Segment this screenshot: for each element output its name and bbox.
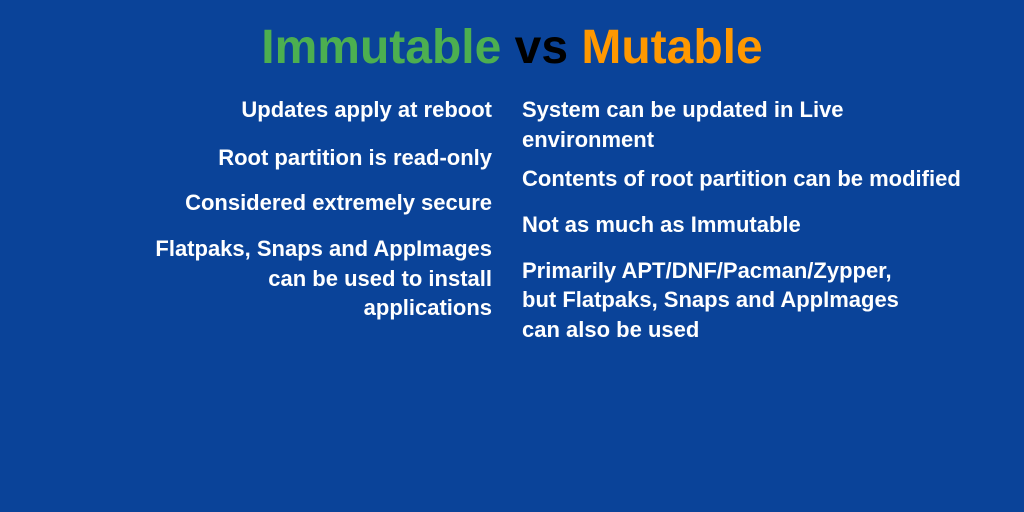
immutable-column: Updates apply at reboot Root partition i… [60,95,512,345]
title-vs: vs [501,21,581,74]
immutable-root: Root partition is read-only [60,143,492,173]
mutable-root: Contents of root partition can be modifi… [522,164,964,194]
title-immutable: Immutable [261,21,501,74]
comparison-columns: Updates apply at reboot Root partition i… [0,95,1024,345]
immutable-updates: Updates apply at reboot [60,95,492,125]
mutable-security: Not as much as Immutable [522,210,964,240]
title-mutable: Mutable [581,21,762,74]
immutable-packages: Flatpaks, Snaps and AppImages can be use… [60,234,492,323]
immutable-security: Considered extremely secure [60,188,492,218]
mutable-packages: Primarily APT/DNF/Pacman/Zypper, but Fla… [522,256,964,345]
mutable-updates: System can be updated in Live environmen… [522,95,964,154]
mutable-column: System can be updated in Live environmen… [512,95,964,345]
title-heading: Immutable vs Mutable [0,0,1024,95]
